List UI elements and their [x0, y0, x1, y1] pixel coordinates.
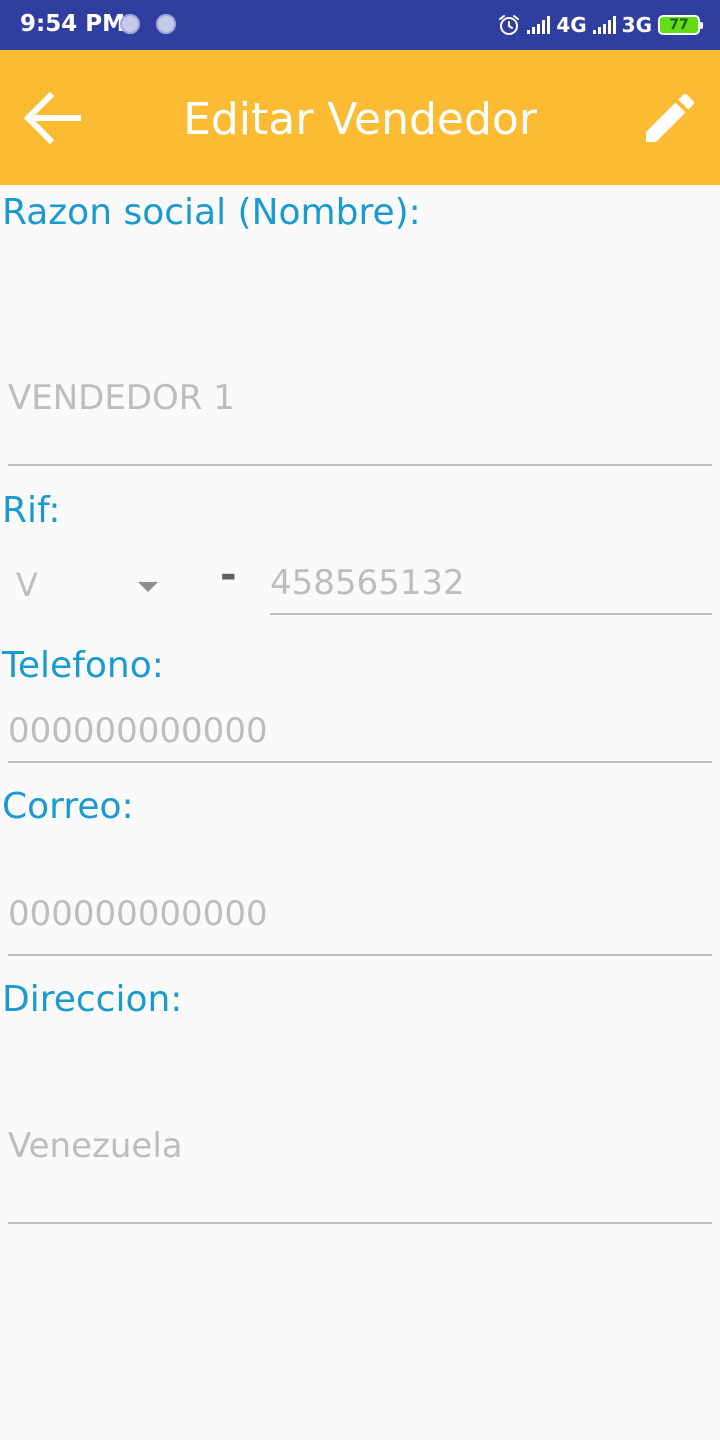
alarm-icon — [499, 15, 520, 35]
rif-number-value: 458565132 — [270, 563, 465, 603]
rif-label: Rif: — [2, 490, 61, 531]
rif-number-input[interactable]: 458565132 — [270, 556, 712, 615]
network-type-2: 3G — [621, 13, 652, 37]
status-time: 9:54 PM — [20, 11, 125, 37]
status-icons: 4G 3G 77 — [497, 10, 703, 40]
rif-separator: - — [220, 552, 237, 598]
telefono-label: Telefono: — [2, 645, 164, 686]
pencil-icon — [646, 93, 695, 142]
network-type-1: 4G — [556, 13, 587, 37]
direccion-value: Venezuela — [8, 1126, 183, 1166]
app-toolbar: Editar Vendedor — [0, 50, 720, 185]
status-bar: 9:54 PM 4G 3G 77 — [0, 0, 720, 50]
dropdown-caret-icon — [138, 582, 158, 592]
signal-icon — [592, 16, 616, 34]
battery-icon: 77 — [658, 15, 703, 35]
razon-social-label: Razon social (Nombre): — [2, 192, 421, 233]
correo-input[interactable]: 000000000000 — [8, 880, 712, 956]
notification-dot-icon — [156, 14, 176, 34]
signal-icon — [527, 16, 551, 34]
direccion-input[interactable]: Venezuela — [8, 1100, 712, 1224]
correo-label: Correo: — [2, 786, 134, 827]
page-title: Editar Vendedor — [183, 94, 537, 145]
razon-social-input[interactable]: VENDEDOR 1 — [8, 360, 712, 466]
edit-button[interactable] — [638, 86, 702, 150]
direccion-label: Direccion: — [2, 979, 183, 1020]
correo-value: 000000000000 — [8, 894, 268, 934]
notification-dot-icon — [120, 14, 140, 34]
razon-social-value: VENDEDOR 1 — [8, 378, 235, 418]
rif-type-value: V — [16, 566, 38, 604]
telefono-input[interactable]: 000000000000 — [8, 706, 712, 763]
telefono-value: 000000000000 — [8, 711, 268, 751]
rif-type-dropdown[interactable]: V — [16, 560, 166, 610]
